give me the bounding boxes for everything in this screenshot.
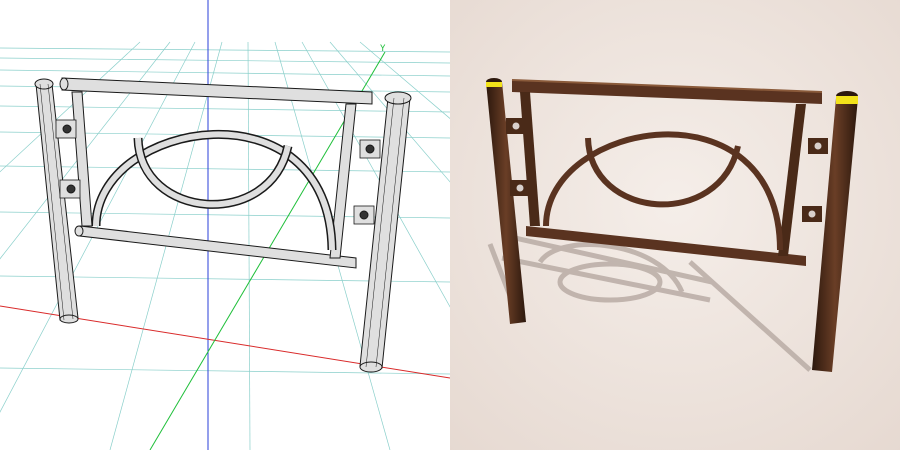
rendered-canvas [450,0,900,450]
axis-y-label: Y [380,44,386,54]
wireframe-canvas [0,0,450,450]
wireframe-fence-model [34,77,412,373]
wireframe-viewport: Y [0,0,450,450]
reflector-right [836,96,858,104]
comparison-image: Y [0,0,900,450]
rendered-viewport [450,0,900,450]
reflector-left [486,82,502,87]
